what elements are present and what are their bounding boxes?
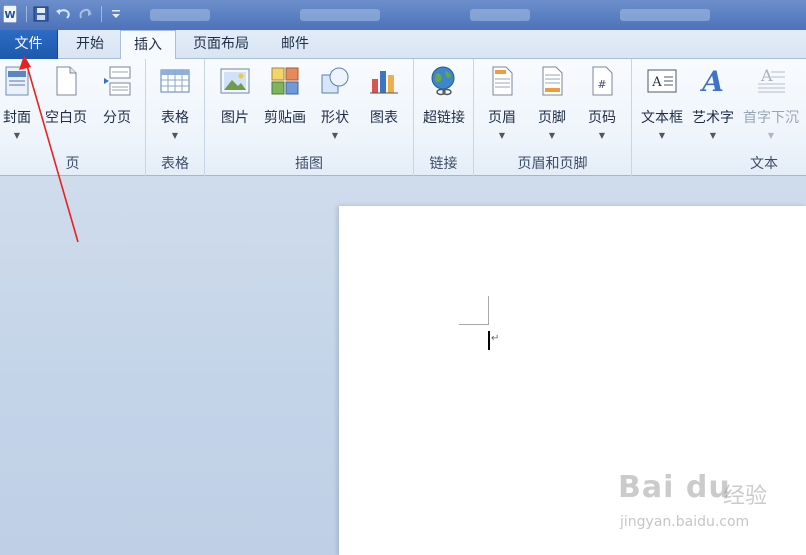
title-text-blurred xyxy=(150,9,210,21)
drop-cap-button[interactable]: A 首字下沉 ▼ xyxy=(738,65,804,151)
table-icon xyxy=(160,69,190,93)
group-header-footer: 页眉 ▼ 页脚 ▼ # 页码 ▼ 页眉和页脚 xyxy=(474,59,632,176)
group-tables: 表格 ▼ 表格 xyxy=(146,59,205,176)
chevron-down-icon: ▼ xyxy=(331,131,339,140)
group-links: 超链接 链接 xyxy=(414,59,474,176)
word-app-icon[interactable]: W xyxy=(0,4,20,24)
clipart-icon xyxy=(271,67,299,95)
wordart-label: 艺术字 xyxy=(692,110,734,126)
hyperlink-icon xyxy=(431,66,455,96)
text-cursor xyxy=(488,331,490,350)
tab-insert[interactable]: 插入 xyxy=(120,30,176,60)
toolbar-separator xyxy=(26,6,27,22)
svg-text:W: W xyxy=(4,10,15,21)
chevron-down-icon: ▼ xyxy=(658,131,666,140)
page-number-button[interactable]: # 页码 ▼ xyxy=(582,65,622,151)
clipart-label: 剪贴画 xyxy=(264,110,306,126)
clipart-button[interactable]: 剪贴画 xyxy=(261,65,309,151)
page-break-button[interactable]: 分页 xyxy=(96,65,138,151)
redo-icon[interactable] xyxy=(75,4,95,24)
tab-home[interactable]: 开始 xyxy=(62,30,118,59)
chart-label: 图表 xyxy=(370,110,398,126)
group-label-text: 文本 xyxy=(750,156,778,172)
margin-corner-mark xyxy=(488,296,489,325)
title-text-blurred xyxy=(470,9,530,21)
group-label-links: 链接 xyxy=(429,156,458,172)
group-label-illustrations: 插图 xyxy=(295,156,323,172)
group-text: A 文本框 ▼ A 艺术字 ▼ A 首字下沉 ▼ 文本 xyxy=(632,59,806,176)
blank-page-icon xyxy=(56,66,77,96)
undo-icon[interactable] xyxy=(53,4,73,24)
watermark-logo: Bai du xyxy=(618,470,731,505)
footer-button[interactable]: 页脚 ▼ xyxy=(532,65,572,151)
footer-label: 页脚 xyxy=(538,110,566,126)
header-label: 页眉 xyxy=(488,110,516,126)
margin-corner-mark xyxy=(459,324,489,325)
svg-text:A: A xyxy=(699,65,724,97)
group-label-header-footer: 页眉和页脚 xyxy=(517,156,588,172)
title-bar: W xyxy=(0,0,806,30)
tab-mailings[interactable]: 邮件 xyxy=(266,30,324,59)
ribbon-insert: 封面 ▼ 空白页 分页 页 表格 ▼ 表格 图片 剪贴画 形状 ▼ 图表 插图 … xyxy=(0,59,806,176)
title-text-blurred xyxy=(620,9,710,21)
group-label-pages: 页 xyxy=(65,156,80,172)
svg-text:A: A xyxy=(651,75,662,90)
chevron-down-icon: ▼ xyxy=(548,131,556,140)
tab-page-layout[interactable]: 页面布局 xyxy=(180,30,262,59)
title-text-blurred xyxy=(300,9,380,21)
picture-icon xyxy=(220,68,250,94)
page-number-icon: # xyxy=(592,66,613,96)
svg-text:#: # xyxy=(597,78,606,91)
cover-page-button[interactable]: 封面 ▼ xyxy=(0,65,34,151)
paragraph-mark: ↵ xyxy=(491,333,500,344)
shapes-icon xyxy=(321,67,349,94)
blank-page-button[interactable]: 空白页 xyxy=(40,65,92,151)
toolbar-separator xyxy=(101,6,102,22)
chevron-down-icon: ▼ xyxy=(767,131,775,140)
page-number-label: 页码 xyxy=(588,110,616,126)
hyperlink-button[interactable]: 超链接 xyxy=(418,65,470,151)
chevron-down-icon: ▼ xyxy=(171,131,179,140)
chevron-down-icon: ▼ xyxy=(13,131,21,140)
chevron-down-icon: ▼ xyxy=(709,131,717,140)
shapes-button[interactable]: 形状 ▼ xyxy=(315,65,355,151)
shapes-label: 形状 xyxy=(321,110,349,126)
blank-page-label: 空白页 xyxy=(45,110,87,126)
header-button[interactable]: 页眉 ▼ xyxy=(482,65,522,151)
header-icon xyxy=(492,66,513,96)
picture-label: 图片 xyxy=(221,110,249,126)
group-label-tables: 表格 xyxy=(161,156,189,172)
picture-button[interactable]: 图片 xyxy=(215,65,255,151)
chart-button[interactable]: 图表 xyxy=(363,65,405,151)
drop-cap-label: 首字下沉 xyxy=(743,110,799,126)
textbox-icon: A xyxy=(647,69,677,93)
wordart-button[interactable]: A 艺术字 ▼ xyxy=(688,65,738,151)
baidu-watermark: Bai du 经验 jingyan.baidu.com xyxy=(618,470,768,540)
cover-page-icon xyxy=(5,66,29,96)
page-break-icon xyxy=(104,66,131,96)
save-icon[interactable] xyxy=(31,4,51,24)
ribbon-tab-bar: 文件 开始 插入 页面布局 邮件 xyxy=(0,30,806,60)
watermark-url: jingyan.baidu.com xyxy=(620,514,750,530)
wordart-icon: A xyxy=(699,65,724,97)
group-pages: 封面 ▼ 空白页 分页 页 xyxy=(0,59,146,176)
page-break-label: 分页 xyxy=(103,110,131,126)
group-illustrations: 图片 剪贴画 形状 ▼ 图表 插图 xyxy=(205,59,414,176)
svg-text:A: A xyxy=(760,66,773,85)
drop-cap-icon: A xyxy=(758,66,785,93)
table-label: 表格 xyxy=(161,110,189,126)
customize-icon[interactable] xyxy=(106,4,126,24)
chevron-down-icon: ▼ xyxy=(598,131,606,140)
textbox-button[interactable]: A 文本框 ▼ xyxy=(638,65,686,151)
table-button[interactable]: 表格 ▼ xyxy=(152,65,198,151)
watermark-cn-text: 经验 xyxy=(723,484,768,509)
hyperlink-label: 超链接 xyxy=(423,110,465,126)
quick-access-toolbar: W xyxy=(0,3,128,25)
textbox-label: 文本框 xyxy=(641,110,683,126)
chart-icon xyxy=(370,71,398,94)
footer-icon xyxy=(542,66,563,96)
chevron-down-icon: ▼ xyxy=(498,131,506,140)
cover-page-label: 封面 xyxy=(3,110,31,126)
tab-file[interactable]: 文件 xyxy=(0,30,58,59)
